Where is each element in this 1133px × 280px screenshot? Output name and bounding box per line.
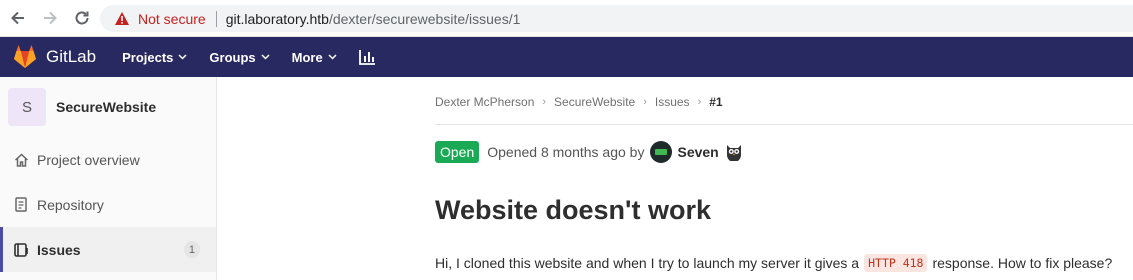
security-status[interactable]: Not secure <box>138 11 206 27</box>
sidebar-item-project-overview[interactable]: Project overview <box>0 137 216 182</box>
reload-icon <box>75 11 89 25</box>
address-bar[interactable]: Not secure git.laboratory.htb/dexter/sec… <box>100 5 1133 32</box>
url-path: /dexter/securewebsite/issues/1 <box>328 10 521 27</box>
chevron-down-icon <box>261 54 270 60</box>
issues-icon <box>13 242 29 258</box>
nav-groups-label: Groups <box>209 49 256 65</box>
description-text-start: Hi, I cloned this website and when I try… <box>435 255 860 271</box>
arrow-left-icon <box>11 11 24 25</box>
sidebar-item-issues[interactable]: Issues 1 <box>0 227 216 272</box>
address-divider <box>215 10 217 27</box>
issues-count-badge: 1 <box>183 241 200 258</box>
nav-projects-label: Projects <box>122 49 174 65</box>
author-name[interactable]: Seven <box>677 144 718 160</box>
breadcrumb: Dexter McPherson › SecureWebsite › Issue… <box>435 95 723 109</box>
nav-groups[interactable]: Groups <box>209 49 270 65</box>
sidebar-item-repository[interactable]: Repository <box>0 182 216 227</box>
back-button[interactable] <box>4 4 32 32</box>
nav-projects[interactable]: Projects <box>122 50 187 65</box>
gitlab-navbar: GitLab Projects Groups More <box>0 37 1133 77</box>
arrow-right-icon <box>44 11 57 25</box>
inline-code: HTTP 418 <box>864 254 928 272</box>
gitlab-logo-text: GitLab <box>46 47 97 66</box>
project-sidebar: S SecureWebsite Project overview Reposit… <box>0 77 217 280</box>
nav-more-label: More <box>291 49 323 65</box>
divider <box>435 124 1133 125</box>
instance-statistics-button[interactable] <box>358 49 376 65</box>
sidebar-item-label: Project overview <box>37 151 140 168</box>
gitlab-home-link[interactable]: GitLab <box>12 45 96 69</box>
chevron-right-icon: › <box>697 96 702 108</box>
project-context[interactable]: S SecureWebsite <box>0 77 216 137</box>
chevron-right-icon: › <box>542 96 547 108</box>
owl-emoji-icon <box>725 143 743 161</box>
nav-more[interactable]: More <box>292 50 337 65</box>
browser-toolbar: Not secure git.laboratory.htb/dexter/sec… <box>0 0 1133 37</box>
breadcrumb-project[interactable]: SecureWebsite <box>554 95 635 109</box>
bar-chart-icon <box>358 50 375 65</box>
home-icon <box>13 152 29 168</box>
chevron-down-icon <box>328 54 337 60</box>
issue-title: Website doesn't work <box>435 195 711 225</box>
breadcrumb-user[interactable]: Dexter McPherson <box>435 95 534 109</box>
document-icon <box>13 197 29 213</box>
url-host: git.laboratory.htb <box>225 10 329 27</box>
sidebar-item-label: Repository <box>37 196 104 213</box>
description-text-end: response. How to fix please? <box>932 255 1113 271</box>
breadcrumb-issue-number[interactable]: #1 <box>709 95 722 109</box>
project-avatar: S <box>8 88 46 126</box>
chevron-right-icon: › <box>643 96 647 108</box>
issue-description: Hi, I cloned this website and when I try… <box>435 254 1112 272</box>
avatar[interactable] <box>650 141 673 163</box>
forward-button[interactable] <box>36 4 64 32</box>
warning-icon[interactable] <box>114 11 130 26</box>
sidebar-item-label: Issues <box>37 241 81 258</box>
top-nav: Projects Groups More <box>122 49 376 65</box>
breadcrumb-issues[interactable]: Issues <box>655 95 690 109</box>
project-name: SecureWebsite <box>56 99 157 115</box>
issue-header: Open Opened 8 months ago by Seven <box>435 141 743 163</box>
chevron-down-icon <box>178 54 187 60</box>
gitlab-logo-icon <box>14 45 36 68</box>
reload-button[interactable] <box>68 4 96 32</box>
opened-text: Opened 8 months ago by <box>487 144 645 160</box>
status-badge: Open <box>435 141 480 163</box>
